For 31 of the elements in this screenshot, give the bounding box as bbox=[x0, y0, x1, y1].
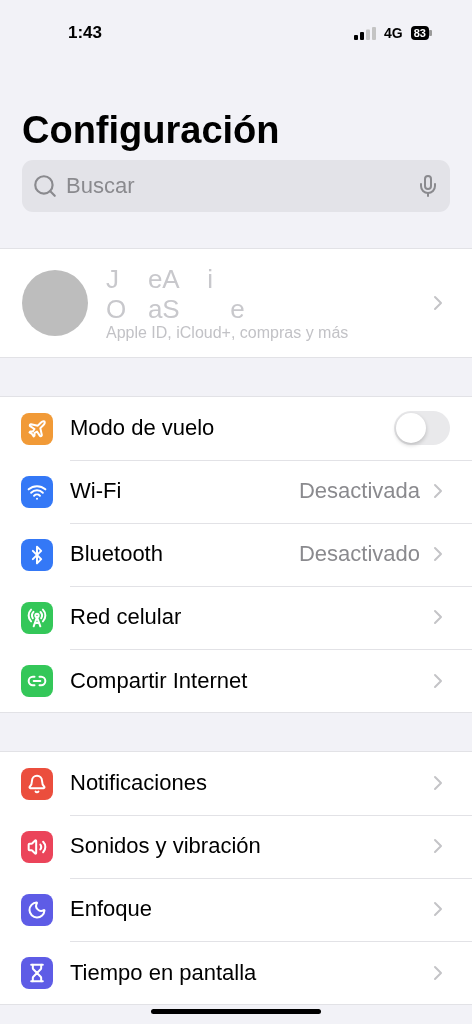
row-label: Bluetooth bbox=[70, 541, 164, 567]
settings-row[interactable]: Compartir Internet bbox=[0, 649, 472, 712]
settings-row[interactable]: Sonidos y vibración bbox=[0, 815, 472, 878]
row-label: Modo de vuelo bbox=[70, 415, 216, 441]
row-label: Red celular bbox=[70, 604, 183, 630]
settings-row[interactable]: Bluetooth Desactivado bbox=[0, 523, 472, 586]
row-label: Enfoque bbox=[70, 896, 153, 922]
settings-row[interactable]: Wi-Fi Desactivada bbox=[0, 460, 472, 523]
row-label: Tiempo en pantalla bbox=[70, 959, 258, 986]
search-icon bbox=[32, 173, 58, 199]
account-subtitle: Apple ID, iCloud+, compras y más bbox=[106, 324, 350, 342]
settings-row[interactable]: Tiempo en pantalla bbox=[0, 941, 472, 1004]
battery-level: 83 bbox=[410, 26, 429, 40]
row-value: Desactivado bbox=[298, 541, 420, 567]
status-time: 1:43 bbox=[68, 23, 103, 43]
search-field[interactable]: Buscar bbox=[22, 160, 450, 212]
settings-row[interactable]: Red celular bbox=[0, 586, 472, 649]
page-title: Configuración bbox=[22, 108, 281, 152]
row-label: Compartir Internet bbox=[70, 667, 249, 694]
settings-row[interactable]: Enfoque bbox=[0, 878, 472, 941]
toggle-switch[interactable] bbox=[394, 411, 450, 445]
settings-row[interactable]: Notificaciones bbox=[0, 752, 472, 815]
signal-icon bbox=[354, 26, 377, 40]
row-label: Wi-Fi bbox=[70, 478, 123, 504]
battery-tip-icon bbox=[429, 30, 432, 36]
network-type: 4G bbox=[384, 25, 403, 41]
settings-row[interactable]: Modo de vuelo bbox=[0, 397, 472, 460]
search-input[interactable]: Buscar bbox=[64, 172, 410, 200]
row-label: Notificaciones bbox=[70, 770, 208, 796]
row-value: Desactivada bbox=[298, 478, 420, 504]
row-label: Sonidos y vibración bbox=[70, 833, 262, 859]
